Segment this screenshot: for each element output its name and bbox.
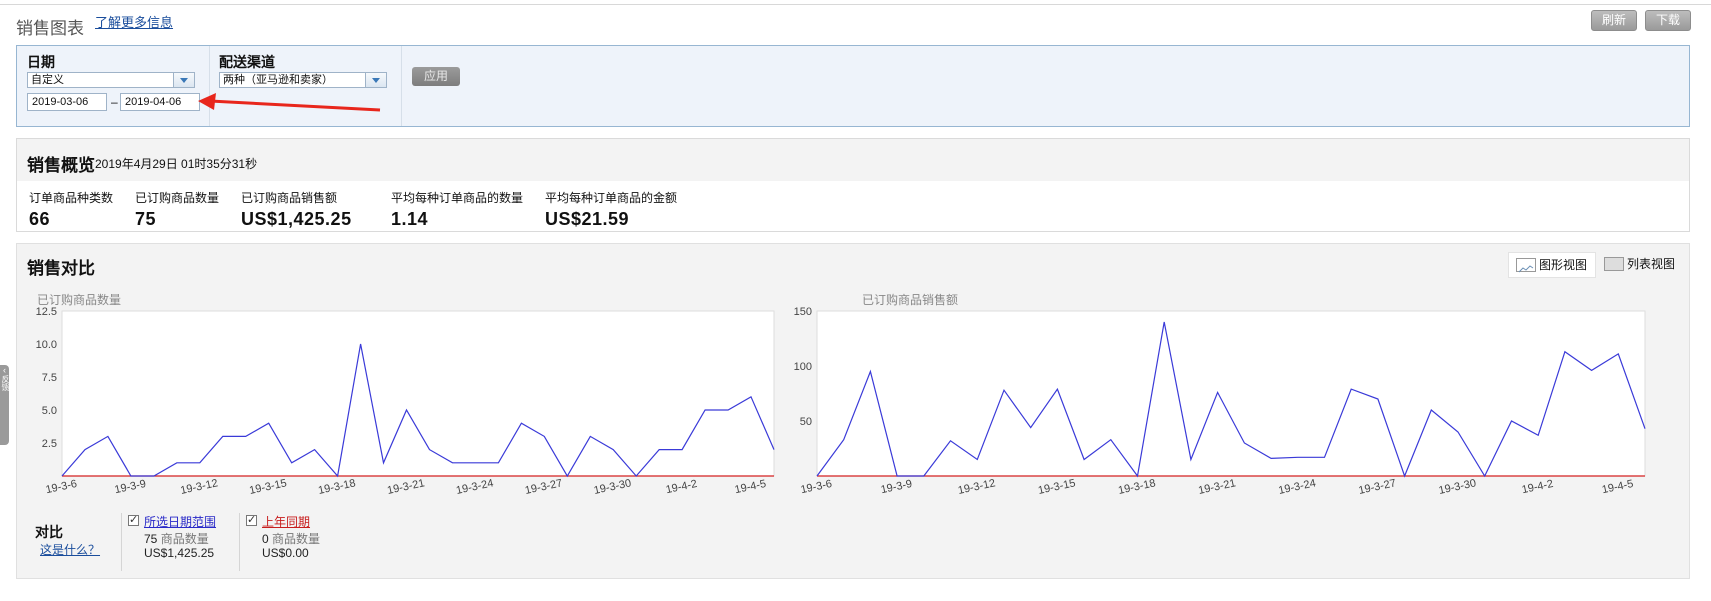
metric-avg-amount: 平均每种订单商品的金额 US$21.59: [545, 189, 677, 230]
metric-value: US$21.59: [545, 209, 630, 229]
current-range-count: 75 商品数量: [144, 530, 209, 547]
x-tick-label: 19-3-6: [800, 478, 834, 496]
side-tab-label: 反馈: [1, 375, 10, 391]
feedback-side-tab[interactable]: ‹ 反馈: [0, 365, 10, 445]
metric-label: 已订购商品销售额: [241, 191, 338, 205]
count-label: 商品数量: [272, 532, 321, 546]
y-tick-label: 150: [794, 306, 812, 318]
metric-value: US$1,425.25: [241, 209, 352, 229]
date-filter: 日期 自定义 2019-03-06 – 2019-04-06: [17, 46, 210, 126]
count-label: 商品数量: [160, 532, 209, 546]
channel-value: 两种（亚马逊和卖家）: [223, 74, 333, 86]
compare-label: 对比: [35, 524, 63, 540]
current-range-checkbox[interactable]: [128, 513, 139, 526]
legend-current: 所选日期范围 75 商品数量 US$1,425.25: [121, 513, 238, 571]
metric-value: 66: [29, 209, 51, 229]
x-tick-label: 19-3-12: [957, 477, 997, 497]
x-tick-label: 19-3-9: [880, 478, 914, 496]
metric-label: 平均每种订单商品的数量: [391, 191, 524, 205]
x-tick-label: 19-4-5: [1601, 478, 1635, 496]
x-tick-label: 19-4-2: [1521, 478, 1555, 496]
x-tick-label: 19-3-24: [1277, 477, 1317, 497]
x-tick-label: 19-3-27: [1357, 477, 1397, 497]
sales-comparison: 销售对比 图形视图 列表视图 已订购商品数量 已订购商品销售额 2.5 5.0 7.…: [16, 243, 1690, 579]
metric-units-ordered: 已订购商品数量 75: [135, 189, 219, 230]
metric-value: 75: [135, 209, 157, 229]
count-value: 0: [262, 532, 269, 546]
count-value: 75: [144, 532, 158, 546]
overview-header: 销售概览 2019年4月29日 01时35分31秒: [17, 139, 1689, 181]
start-date-input[interactable]: 2019-03-06: [27, 93, 107, 111]
metric-label: 已订购商品数量: [135, 191, 220, 205]
refresh-button[interactable]: 刷新: [1591, 10, 1638, 31]
metric-label: 订单商品种类数: [29, 191, 114, 205]
x-tick-label: 19-3-30: [1438, 477, 1478, 497]
overview-timestamp: 2019年4月29日 01时35分31秒: [95, 157, 258, 171]
y-tick-label: 100: [794, 361, 812, 373]
x-tick-label: 19-3-15: [1037, 477, 1077, 497]
last-year-amount: US$0.00: [262, 546, 309, 560]
top-border: [0, 0, 1711, 5]
collapse-arrow-icon: ‹: [3, 365, 6, 375]
current-range-name: 所选日期范围: [144, 515, 217, 529]
plot-area: [816, 310, 1646, 477]
current-range-amount: US$1,425.25: [144, 546, 215, 560]
date-separator: –: [111, 95, 118, 109]
date-range-value: 自定义: [31, 74, 64, 86]
last-year-name: 上年同期: [262, 515, 311, 529]
sales-overview: 销售概览 2019年4月29日 01时35分31秒 订单商品种类数 66 已订购…: [16, 138, 1690, 232]
overview-title: 销售概览: [27, 156, 95, 175]
end-date-input[interactable]: 2019-04-06: [120, 93, 200, 111]
channel-select[interactable]: 两种（亚马逊和卖家）: [219, 72, 387, 88]
metric-item-kinds: 订单商品种类数 66: [29, 189, 113, 230]
channel-filter: 配送渠道 两种（亚马逊和卖家）: [209, 46, 402, 126]
metric-value: 1.14: [391, 209, 429, 229]
whats-this-link[interactable]: 这是什么？: [40, 541, 100, 558]
last-year-checkbox[interactable]: [246, 513, 257, 526]
chevron-down-icon[interactable]: [365, 73, 386, 87]
filter-panel: 日期 自定义 2019-03-06 – 2019-04-06 配送渠道 两种（亚…: [16, 45, 1690, 127]
apply-button[interactable]: 应用: [412, 67, 460, 86]
download-button[interactable]: 下载: [1645, 10, 1692, 31]
sales-line-chart: 50 100 150 19-3-6 19-3-9 19-3-12 19-3-15 19-3-1…: [794, 306, 1646, 497]
legend-last-year: 上年同期 0 商品数量 US$0.00: [239, 513, 350, 571]
chevron-down-icon[interactable]: [173, 73, 194, 87]
date-label: 日期: [27, 54, 55, 70]
learn-more-link[interactable]: 了解更多信息: [95, 12, 173, 31]
date-range-select[interactable]: 自定义: [27, 72, 195, 88]
x-tick-label: 19-3-18: [1117, 477, 1157, 497]
channel-label: 配送渠道: [219, 54, 275, 70]
x-tick-label: 19-3-21: [1197, 477, 1237, 497]
page-title: 销售图表: [16, 19, 84, 38]
last-year-count: 0 商品数量: [262, 530, 320, 547]
metric-avg-units: 平均每种订单商品的数量 1.14: [391, 189, 523, 230]
metric-label: 平均每种订单商品的金额: [545, 191, 678, 205]
y-tick-label: 50: [800, 416, 812, 428]
metric-sales-amount: 已订购商品销售额 US$1,425.25: [241, 189, 352, 230]
